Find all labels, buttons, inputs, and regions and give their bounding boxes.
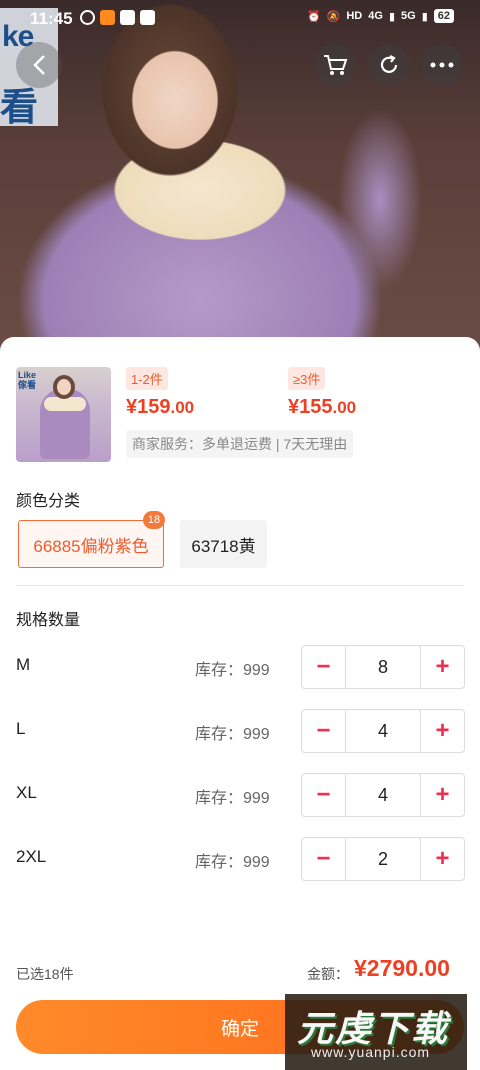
selected-count: 已选18件 xyxy=(16,966,74,982)
stock-label: 库存：999 xyxy=(195,790,270,807)
size-name: M xyxy=(16,655,31,674)
cart-button[interactable] xyxy=(314,44,356,86)
app-icon xyxy=(120,10,135,25)
system-icons: ⏰ 🔕 HD 4G ▮ 5G ▮ 62 xyxy=(307,9,454,23)
signal-icon: ▮ xyxy=(388,10,395,23)
stock-label: 库存：999 xyxy=(195,854,270,871)
price-tier-1: 1-2件 ¥159.00 xyxy=(126,367,194,419)
decrease-button[interactable]: − xyxy=(302,646,345,688)
selected-count-badge: 18 xyxy=(143,511,165,529)
5g-label: 5G xyxy=(401,10,416,22)
color-section-title: 颜色分类 xyxy=(16,493,81,510)
increase-button[interactable]: + xyxy=(421,710,464,752)
tier-range: ≥3件 xyxy=(288,367,326,390)
alarm-icon: ⏰ xyxy=(306,10,321,23)
increase-button[interactable]: + xyxy=(421,838,464,880)
color-option-pink-purple[interactable]: 66885偏粉紫色 18 xyxy=(18,511,165,568)
status-time: 11:45 xyxy=(30,9,73,28)
stock-label: 库存：999 xyxy=(195,726,270,743)
thumbnail-logo-line2: 傢看 xyxy=(18,380,37,390)
quantity-stepper: − 4 + xyxy=(301,773,465,817)
size-row-l: L 库存：999 − 4 + xyxy=(0,709,480,753)
decrease-button[interactable]: − xyxy=(302,838,345,880)
more-button[interactable] xyxy=(421,44,463,86)
battery-indicator: 62 xyxy=(433,9,454,23)
quantity-stepper: − 4 + xyxy=(301,709,465,753)
increase-button[interactable]: + xyxy=(421,646,464,688)
divider xyxy=(16,585,464,586)
quantity-input[interactable]: 8 xyxy=(345,646,421,688)
sku-selector-sheet: Like 傢看 1-2件 ¥159.00 ≥3件 ¥155.00 商家服务：多单… xyxy=(0,337,480,1070)
thumbnail-head xyxy=(53,375,75,399)
status-bar: 11:45 ⏰ 🔕 HD 4G ▮ 5G ▮ 62 xyxy=(0,0,480,36)
quantity-input[interactable]: 4 xyxy=(345,710,421,752)
share-button[interactable] xyxy=(368,44,410,86)
decrease-button[interactable]: − xyxy=(302,710,345,752)
tier-price: ¥159.00 xyxy=(126,396,194,419)
4g-label: 4G xyxy=(368,10,383,22)
color-option-yellow[interactable]: 63718黄 xyxy=(180,520,267,568)
size-section-title: 规格数量 xyxy=(16,612,81,629)
tier-price-dec: .00 xyxy=(170,398,195,417)
size-row-m: M 库存：999 − 8 + xyxy=(0,645,480,689)
increase-button[interactable]: + xyxy=(421,774,464,816)
product-hero-image[interactable]: ke 看 xyxy=(0,0,480,360)
mute-icon: 🔕 xyxy=(326,10,341,23)
k-app-icon xyxy=(80,10,95,25)
tier-price-dec: .00 xyxy=(332,398,357,417)
screen: ke 看 11:45 ⏰ 🔕 HD 4G ▮ 5G ▮ 62 Like 傢看 1… xyxy=(0,0,480,1070)
quantity-input[interactable]: 4 xyxy=(345,774,421,816)
size-row-2xl: 2XL 库存：999 − 2 + xyxy=(0,837,480,881)
taobao-app-icon xyxy=(100,10,115,25)
decrease-button[interactable]: − xyxy=(302,774,345,816)
cart-icon xyxy=(324,55,348,75)
thumbnail-logo-line1: Like xyxy=(18,370,37,380)
total-label: 金额： xyxy=(307,966,349,982)
product-thumbnail[interactable]: Like 傢看 xyxy=(16,367,111,462)
tier-price-int: ¥159 xyxy=(126,396,171,418)
chevron-left-icon xyxy=(33,55,45,75)
watermark: 元虔下载 www.yuanpi.com xyxy=(285,994,467,1070)
size-name: XL xyxy=(16,783,37,802)
price-tier-2: ≥3件 ¥155.00 xyxy=(288,367,356,419)
back-button[interactable] xyxy=(16,42,62,88)
size-row-xl: XL 库存：999 − 4 + xyxy=(0,773,480,817)
tier-range: 1-2件 xyxy=(126,367,168,390)
tier-price-int: ¥155 xyxy=(288,396,333,418)
merchant-service-tag: 商家服务：多单退运费 | 7天无理由 xyxy=(126,430,354,458)
quantity-stepper: − 8 + xyxy=(301,645,465,689)
quantity-input[interactable]: 2 xyxy=(345,838,421,880)
quantity-stepper: − 2 + xyxy=(301,837,465,881)
thumbnail-logo: Like 傢看 xyxy=(18,370,36,390)
signal-icon-2: ▮ xyxy=(421,10,428,23)
notification-icons xyxy=(80,10,155,25)
tier-price: ¥155.00 xyxy=(288,396,356,419)
stock-label: 库存：999 xyxy=(195,662,270,679)
total-amount: ¥2790.00 xyxy=(354,955,450,981)
color-option-label: 63718黄 xyxy=(191,536,256,556)
size-name: L xyxy=(16,719,26,738)
play-store-icon xyxy=(140,10,155,25)
watermark-url: www.yuanpi.com xyxy=(311,1044,431,1060)
hd-label: HD xyxy=(346,10,363,22)
color-option-label: 66885偏粉紫色 xyxy=(33,536,149,556)
thumbnail-collar xyxy=(44,397,86,411)
share-icon xyxy=(380,55,398,73)
more-dots-icon xyxy=(430,62,454,68)
size-name: 2XL xyxy=(16,847,47,866)
